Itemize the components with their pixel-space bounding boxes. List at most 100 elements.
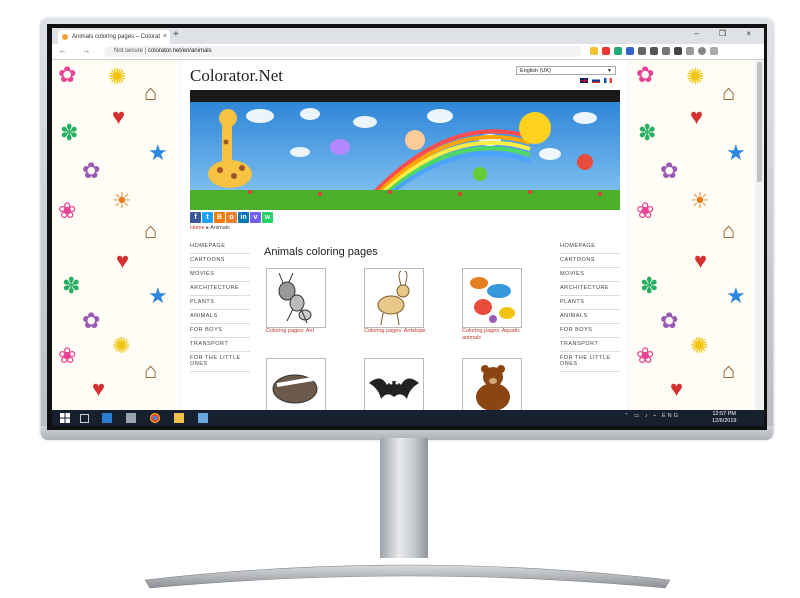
window-controls[interactable]: – ❐ × <box>694 29 760 38</box>
scrollbar-thumb[interactable] <box>757 62 762 182</box>
taskbar-clock[interactable]: 12:57 PM 12/6/2019 <box>712 411 736 425</box>
app-icon[interactable] <box>198 413 208 423</box>
extension-icon[interactable] <box>662 47 670 55</box>
monitor-stand-neck <box>380 438 428 558</box>
nav-item[interactable]: FOR THE LITTLE ONES <box>190 352 250 372</box>
web-page: ✿ ✺ ⌂ ♥ ✽ ★ ✿ ❀ ☀ ⌂ ♥ ✽ ★ ✿ ❀ ✺ ⌂ ♥ ✿ ✺ … <box>52 60 754 410</box>
app-icon[interactable] <box>126 413 136 423</box>
gallery-thumb-bear[interactable] <box>462 358 522 410</box>
nav-item[interactable]: HOMEPAGE <box>560 240 620 254</box>
nav-item[interactable]: PLANTS <box>190 296 250 310</box>
fr-flag-icon[interactable] <box>604 78 612 83</box>
ant-icon <box>278 272 312 324</box>
nav-item[interactable]: FOR THE LITTLE ONES <box>560 352 620 372</box>
social-share-bar: f t B o in v w <box>190 212 273 223</box>
breadcrumb-home[interactable]: Home <box>190 225 205 231</box>
header-banner <box>190 102 620 210</box>
nav-item[interactable]: CARTOONS <box>560 254 620 268</box>
site-logo[interactable]: Colorator.Net <box>190 66 283 86</box>
nav-item[interactable]: HOMEPAGE <box>190 240 250 254</box>
input-language[interactable]: ENG <box>662 413 680 419</box>
file-explorer-icon[interactable] <box>174 413 184 423</box>
gallery-thumb-aquatic[interactable] <box>462 268 522 328</box>
nav-item[interactable]: FOR BOYS <box>560 324 620 338</box>
blogger-icon[interactable]: B <box>214 212 225 223</box>
gallery-caption[interactable]: Coloring pages: Aquatic animals <box>462 328 532 342</box>
breadcrumb: Home ▸ Animals <box>190 225 230 231</box>
content-column: Colorator.Net English (UK) ▼ f t B o in … <box>182 60 627 410</box>
browser-toolbar: ← → C Not secure | colorator.net/en/anim… <box>52 44 764 60</box>
page-scrollbar[interactable] <box>755 60 764 410</box>
system-tray[interactable]: ⌃ ▭ ♪ ⌁ ENG <box>624 413 680 419</box>
gallery-caption[interactable]: Coloring pages: Ant <box>266 328 336 335</box>
menu-icon[interactable] <box>710 47 718 55</box>
breadcrumb-current: Animals <box>210 225 230 231</box>
extension-icon[interactable] <box>674 47 682 55</box>
star-icon[interactable] <box>590 47 598 55</box>
extension-icon[interactable] <box>686 47 694 55</box>
gallery-thumb-ant[interactable] <box>266 268 326 328</box>
bat-icon <box>369 378 419 399</box>
doodle-background-left: ✿ ✺ ⌂ ♥ ✽ ★ ✿ ❀ ☀ ⌂ ♥ ✽ ★ ✿ ❀ ✺ ⌂ ♥ <box>52 60 178 410</box>
odnoklassniki-icon[interactable]: o <box>226 212 237 223</box>
language-flags <box>580 78 612 83</box>
nav-item[interactable]: PLANTS <box>560 296 620 310</box>
clock-date: 12/6/2019 <box>712 418 737 424</box>
nav-item[interactable]: ARCHITECTURE <box>190 282 250 296</box>
address-separator: | <box>144 48 147 54</box>
browser-tab[interactable]: Animals coloring pages – Colorat × <box>58 30 170 44</box>
nav-item[interactable]: MOVIES <box>190 268 250 282</box>
ru-flag-icon[interactable] <box>592 78 600 83</box>
translate-icon[interactable] <box>626 47 634 55</box>
task-view-icon[interactable] <box>80 414 89 423</box>
uk-flag-icon[interactable] <box>580 78 588 83</box>
extension-icon[interactable] <box>614 47 622 55</box>
language-select[interactable]: English (UK) ▼ <box>516 66 616 75</box>
nav-item[interactable]: MOVIES <box>560 268 620 282</box>
gallery-thumb-antelope[interactable] <box>364 268 424 328</box>
facebook-icon[interactable]: f <box>190 212 201 223</box>
not-secure-label: Not secure <box>114 48 144 54</box>
profile-icon[interactable] <box>698 47 706 55</box>
gallery-caption[interactable]: Coloring pages: Antelope <box>364 328 434 335</box>
page-heading: Animals coloring pages <box>264 246 378 258</box>
extension-icon[interactable] <box>650 47 658 55</box>
gallery-thumb-badger[interactable] <box>266 358 326 410</box>
badger-icon <box>272 374 318 404</box>
windows-start-icon[interactable] <box>60 413 70 423</box>
nav-item[interactable]: TRANSPORT <box>560 338 620 352</box>
browser-tab-bar: Animals coloring pages – Colorat × + – ❐… <box>52 28 764 44</box>
gallery-thumb-bat[interactable] <box>364 358 424 410</box>
nav-item[interactable]: CARTOONS <box>190 254 250 268</box>
nav-item[interactable]: ARCHITECTURE <box>560 282 620 296</box>
vscode-icon[interactable] <box>102 413 112 423</box>
left-nav-menu: HOMEPAGE CARTOONS MOVIES ARCHITECTURE PL… <box>190 240 250 372</box>
whatsapp-icon[interactable]: w <box>262 212 273 223</box>
monitor-stand-base <box>144 564 671 589</box>
aquatic-animals-icon <box>470 277 515 323</box>
url-text: colorator.net/en/animals <box>147 48 212 54</box>
tab-title: Animals coloring pages – Colorat <box>72 34 161 40</box>
chevron-down-icon: ▼ <box>607 68 612 74</box>
opera-icon[interactable] <box>602 47 610 55</box>
windows-taskbar: ⌃ ▭ ♪ ⌁ ENG 12:57 PM 12/6/2019 <box>52 410 764 426</box>
bear-icon <box>476 365 510 410</box>
twitter-icon[interactable]: t <box>202 212 213 223</box>
header-strip <box>190 90 620 102</box>
breadcrumb-arrow-icon: ▸ <box>206 225 209 231</box>
tab-close-icon[interactable]: × <box>163 30 167 44</box>
chrome-icon[interactable] <box>150 413 160 423</box>
clock-time: 12:57 PM <box>712 411 736 417</box>
linkedin-icon[interactable]: in <box>238 212 249 223</box>
new-tab-button[interactable]: + <box>173 29 179 40</box>
nav-item[interactable]: ANIMALS <box>560 310 620 324</box>
address-bar[interactable]: Not secure | colorator.net/en/animals <box>104 46 582 57</box>
extension-icons <box>590 47 718 56</box>
nav-item[interactable]: FOR BOYS <box>190 324 250 338</box>
doodle-background-right: ✿ ✺ ⌂ ♥ ✽ ★ ✿ ❀ ☀ ⌂ ♥ ✽ ★ ✿ ❀ ✺ ⌂ ♥ <box>632 60 754 410</box>
extension-icon[interactable] <box>638 47 646 55</box>
favicon-icon <box>62 34 68 40</box>
nav-item[interactable]: TRANSPORT <box>190 338 250 352</box>
viber-icon[interactable]: v <box>250 212 261 223</box>
nav-item[interactable]: ANIMALS <box>190 310 250 324</box>
